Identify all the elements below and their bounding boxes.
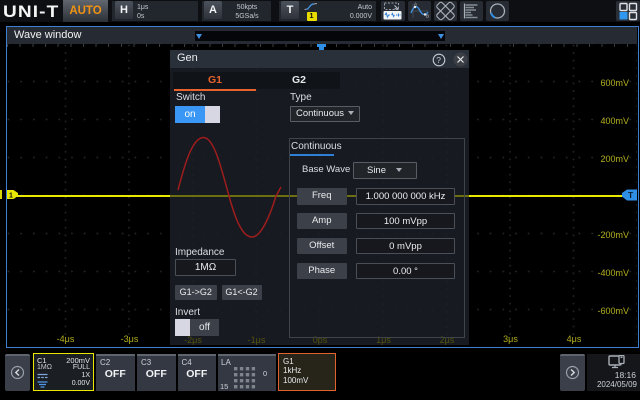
svg-text:?: ? xyxy=(436,55,441,65)
svg-text:A: A xyxy=(414,2,417,7)
svg-text:B: B xyxy=(426,14,429,19)
svg-text:1: 1 xyxy=(9,192,13,199)
svg-text:T: T xyxy=(628,190,634,200)
